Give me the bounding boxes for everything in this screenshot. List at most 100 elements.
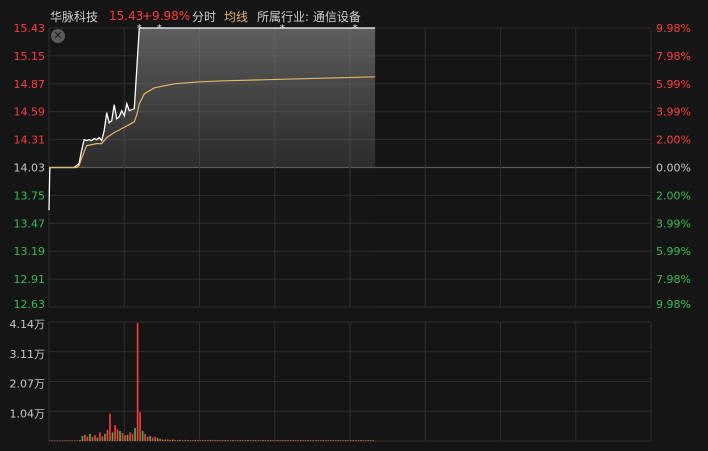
limit-up-marker[interactable]: * [137, 23, 142, 34]
volume-bar[interactable] [219, 440, 222, 441]
volume-bar[interactable] [350, 440, 352, 441]
volume-bar[interactable] [116, 429, 119, 442]
volume-bar[interactable] [272, 440, 274, 441]
volume-bar[interactable] [199, 440, 202, 441]
volume-bar[interactable] [64, 440, 66, 441]
volume-bar[interactable] [71, 440, 74, 441]
volume-bar[interactable] [171, 439, 174, 441]
volume-bar[interactable] [224, 440, 227, 441]
volume-bar[interactable] [274, 440, 277, 441]
volume-bar[interactable] [264, 440, 267, 441]
volume-bar[interactable] [99, 432, 101, 441]
volume-bar[interactable] [339, 440, 342, 441]
volume-bar[interactable] [342, 440, 345, 441]
volume-bar[interactable] [161, 439, 164, 441]
volume-bar[interactable] [191, 440, 194, 441]
volume-bar[interactable] [166, 439, 169, 441]
volume-bar[interactable] [347, 440, 350, 441]
volume-bar[interactable] [169, 439, 172, 441]
volume-bar[interactable] [212, 440, 214, 441]
limit-up-marker[interactable]: * [280, 23, 285, 34]
volume-bar[interactable] [357, 440, 360, 441]
volume-bar[interactable] [209, 439, 212, 441]
volume-bar[interactable] [299, 440, 302, 441]
volume-bar[interactable] [94, 435, 96, 441]
volume-bar[interactable] [176, 440, 179, 441]
volume-bar[interactable] [141, 430, 144, 441]
volume-bar[interactable] [337, 440, 340, 441]
volume-bar[interactable] [149, 435, 151, 441]
volume-bar[interactable] [79, 439, 81, 441]
volume-bar[interactable] [234, 440, 237, 441]
avg-line-label[interactable]: 均线 [224, 8, 248, 25]
volume-bar[interactable] [49, 440, 51, 441]
volume-bar[interactable] [237, 440, 239, 441]
volume-bar[interactable] [111, 432, 114, 441]
volume-bar[interactable] [86, 436, 89, 441]
volume-bar[interactable] [126, 434, 129, 441]
volume-bar[interactable] [51, 440, 54, 441]
volume-bar[interactable] [312, 440, 314, 441]
close-icon[interactable]: ✕ [51, 29, 65, 43]
volume-bar[interactable] [259, 440, 262, 441]
volume-bar[interactable] [81, 435, 84, 441]
volume-bar[interactable] [134, 428, 136, 441]
volume-bar[interactable] [322, 440, 325, 441]
volume-bar[interactable] [269, 440, 272, 441]
volume-bar[interactable] [352, 440, 355, 441]
volume-bar[interactable] [247, 440, 249, 441]
volume-bar[interactable] [101, 436, 104, 441]
volume-bar[interactable] [329, 440, 332, 441]
volume-bar[interactable] [239, 440, 242, 441]
volume-bar[interactable] [317, 440, 319, 441]
volume-bar[interactable] [282, 440, 284, 441]
volume-bar[interactable] [314, 440, 317, 441]
volume-bar[interactable] [174, 439, 177, 441]
volume-bar[interactable] [84, 434, 86, 441]
volume-bar[interactable] [106, 430, 109, 441]
volume-bar[interactable] [307, 440, 309, 441]
volume-bar[interactable] [284, 440, 287, 441]
volume-bar[interactable] [277, 440, 279, 441]
volume-bar[interactable] [319, 440, 322, 441]
volume-bar[interactable] [156, 438, 159, 441]
volume-bar[interactable] [279, 440, 282, 441]
volume-bar[interactable] [254, 440, 257, 441]
volume-bar[interactable] [89, 433, 91, 441]
volume-bar[interactable] [96, 437, 99, 441]
volume-bar[interactable] [257, 440, 259, 441]
volume-bar[interactable] [104, 433, 106, 441]
volume-bar[interactable] [302, 440, 304, 441]
volume-bar[interactable] [159, 438, 161, 441]
volume-bar[interactable] [229, 440, 232, 441]
volume-bar[interactable] [119, 430, 121, 441]
volume-bar[interactable] [189, 440, 192, 441]
limit-up-marker[interactable]: * [157, 23, 162, 34]
volume-bar[interactable] [332, 440, 335, 441]
industry-label[interactable]: 所属行业: 通信设备 [257, 8, 361, 25]
volume-bar[interactable] [365, 440, 367, 441]
volume-bar[interactable] [164, 439, 166, 441]
volume-bar[interactable] [355, 440, 357, 441]
volume-bar[interactable] [287, 440, 289, 441]
volume-bar[interactable] [184, 439, 187, 441]
volume-bar[interactable] [196, 440, 199, 441]
volume-bar[interactable] [194, 439, 197, 441]
volume-bar[interactable] [372, 440, 375, 441]
volume-bar[interactable] [154, 436, 156, 441]
limit-up-marker[interactable]: * [353, 23, 358, 34]
volume-bar[interactable] [232, 440, 234, 441]
volume-bar[interactable] [289, 440, 292, 441]
volume-bar[interactable] [129, 432, 131, 441]
volume-bar[interactable] [267, 440, 269, 441]
volume-bar[interactable] [327, 440, 330, 441]
volume-bar[interactable] [181, 440, 184, 441]
volume-bar[interactable] [61, 440, 64, 441]
volume-bar[interactable] [370, 440, 372, 441]
volume-bar[interactable] [69, 440, 71, 441]
volume-bar[interactable] [91, 436, 94, 441]
volume-bar[interactable] [151, 437, 154, 441]
volume-bar[interactable] [297, 440, 299, 441]
volume-bar[interactable] [76, 440, 79, 441]
volume-bar[interactable] [136, 323, 139, 441]
